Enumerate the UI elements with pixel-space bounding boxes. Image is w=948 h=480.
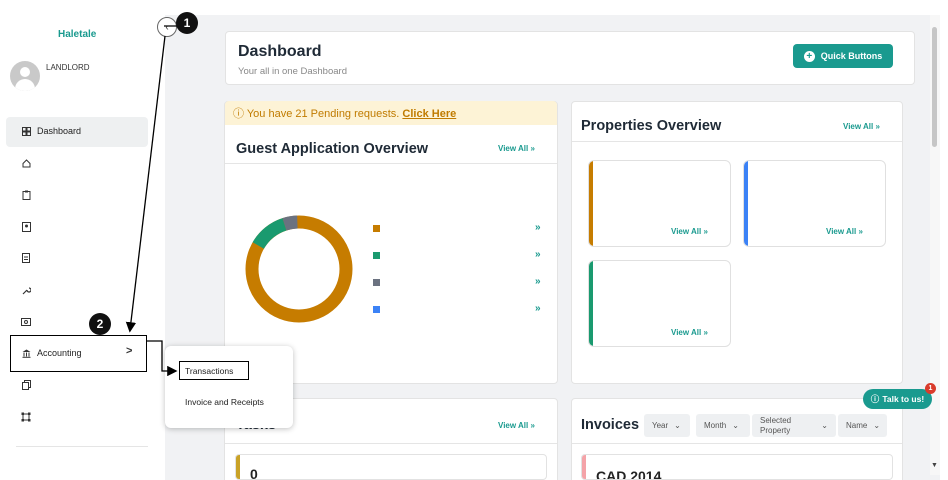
arrow-to-transactions (147, 340, 178, 377)
step-marker-2: 2 (89, 313, 111, 335)
app-window: Haletale LANDLORD Dashboard Accounting >… (0, 0, 948, 480)
annotation-arrows (125, 25, 183, 377)
arrow-to-accounting (125, 35, 166, 333)
step-marker-1: 1 (176, 12, 198, 34)
